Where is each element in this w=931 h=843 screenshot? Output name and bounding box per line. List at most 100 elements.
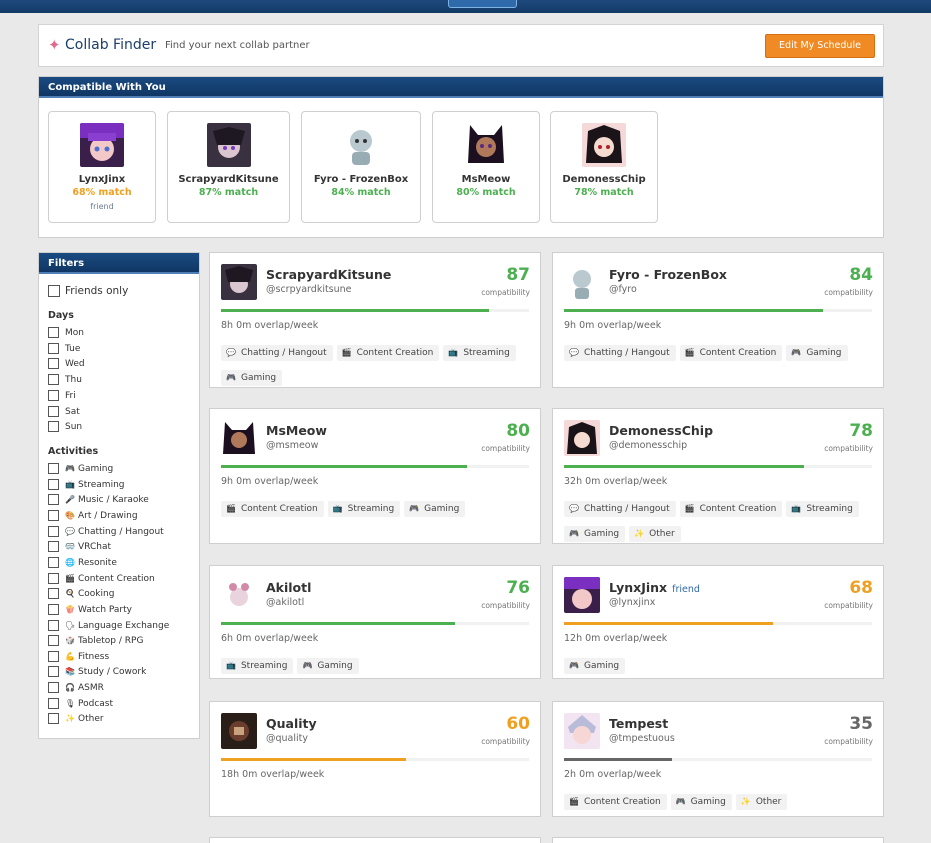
day-checkbox[interactable] bbox=[48, 389, 59, 401]
activity-filter[interactable]: 🎨 Art / Drawing bbox=[48, 509, 138, 525]
result-card[interactable]: Fyro - FrozenBox @fyro 84 compatibility 9h 0… bbox=[552, 252, 884, 388]
activity-filter[interactable]: 💪 Fitness bbox=[48, 650, 109, 666]
tag-label: Streaming bbox=[463, 348, 510, 358]
compatible-card[interactable]: ScrapyardKitsune 87% match bbox=[167, 111, 290, 223]
activity-filter[interactable]: 🎲 Tabletop / RPG bbox=[48, 635, 143, 650]
day-filter[interactable]: Fri bbox=[48, 389, 76, 405]
activity-checkbox[interactable] bbox=[48, 509, 59, 521]
activity-filter[interactable]: 🌐 Resonite bbox=[48, 556, 117, 572]
compatible-name: ScrapyardKitsune bbox=[178, 174, 279, 185]
day-checkbox[interactable] bbox=[48, 327, 59, 338]
day-filter[interactable]: Thu bbox=[48, 374, 82, 389]
tag-label: Content Creation bbox=[583, 797, 661, 807]
result-card[interactable]: Tempest @tmpestuous 35 compatibility 2h 0m o… bbox=[552, 701, 884, 817]
compatible-card[interactable]: MsMeow 80% match bbox=[432, 111, 540, 223]
activity-filter[interactable]: 💬 Chatting / Hangout bbox=[48, 525, 164, 541]
day-filter[interactable]: Wed bbox=[48, 358, 85, 373]
activity-filter[interactable]: 🎮 Gaming bbox=[48, 463, 113, 478]
card-name-text: ScrapyardKitsune bbox=[266, 267, 392, 282]
friends-only-filter[interactable]: Friends only bbox=[48, 285, 128, 297]
day-filter[interactable]: Tue bbox=[48, 342, 80, 358]
activity-label: Other bbox=[78, 714, 104, 725]
overlap-text: 12h 0m overlap/week bbox=[564, 633, 668, 644]
activity-tag: 📺 Streaming bbox=[443, 345, 516, 361]
tag-list: 🎬 Content Creation 📺 Streaming 🎮 Gaming bbox=[221, 496, 537, 521]
avatar bbox=[564, 577, 600, 613]
overlap-text: 18h 0m overlap/week bbox=[221, 769, 325, 780]
activity-checkbox[interactable] bbox=[48, 525, 59, 537]
activity-tag: 🎬 Content Creation bbox=[336, 345, 440, 361]
tag-icon: 💬 bbox=[226, 348, 236, 357]
result-card[interactable]: LynxJinx friend @lynxjinx 68 compatibility 12… bbox=[552, 565, 884, 679]
activity-tag: 📺 Streaming bbox=[786, 501, 859, 517]
day-checkbox[interactable] bbox=[48, 374, 59, 386]
tag-label: Chatting / Hangout bbox=[583, 504, 670, 514]
activity-filter[interactable]: 🎬 Content Creation bbox=[48, 572, 155, 588]
activity-checkbox[interactable] bbox=[48, 713, 59, 725]
activity-checkbox[interactable] bbox=[48, 682, 59, 694]
tag-list: 💬 Chatting / Hangout 🎬 Content Creation 📺 Str… bbox=[564, 496, 880, 546]
compatible-card[interactable]: LynxJinx 68% match friend bbox=[48, 111, 156, 223]
day-label: Mon bbox=[65, 328, 84, 338]
activity-filter[interactable]: 🍿 Watch Party bbox=[48, 603, 132, 619]
activity-filter[interactable]: 📚 Study / Cowork bbox=[48, 666, 146, 681]
activity-checkbox[interactable] bbox=[48, 635, 59, 647]
activity-icon: 🎨 bbox=[65, 510, 75, 520]
result-card-partial[interactable] bbox=[552, 837, 884, 843]
activity-checkbox[interactable] bbox=[48, 556, 59, 568]
card-handle: @tmpestuous bbox=[609, 733, 675, 744]
edit-schedule-button[interactable]: Edit My Schedule bbox=[765, 34, 875, 58]
activity-checkbox[interactable] bbox=[48, 478, 59, 490]
activity-filter[interactable]: 📺 Streaming bbox=[48, 478, 124, 494]
result-card[interactable]: ScrapyardKitsune @scrpyardkitsune 87 compat… bbox=[209, 252, 541, 388]
activity-filter[interactable]: 🍳 Cooking bbox=[48, 588, 114, 603]
activity-filter[interactable]: 🗣 Language Exchange bbox=[48, 619, 169, 635]
day-checkbox[interactable] bbox=[48, 421, 59, 433]
page-subtitle: Find your next collab partner bbox=[165, 40, 310, 51]
tag-label: Streaming bbox=[347, 504, 395, 514]
compatible-card[interactable]: DemonessChip 78% match bbox=[550, 111, 658, 223]
active-nav-tab[interactable] bbox=[448, 0, 517, 8]
day-filter[interactable]: Sun bbox=[48, 421, 82, 436]
card-name: Akilotl bbox=[266, 580, 311, 595]
activity-checkbox[interactable] bbox=[48, 650, 59, 662]
day-filter[interactable]: Mon bbox=[48, 327, 84, 342]
tag-icon: 🎮 bbox=[675, 797, 686, 806]
day-checkbox[interactable] bbox=[48, 342, 59, 354]
friends-only-checkbox[interactable] bbox=[48, 285, 60, 297]
activity-filter[interactable]: 🎤 Music / Karaoke bbox=[48, 494, 149, 509]
activity-checkbox[interactable] bbox=[48, 494, 59, 506]
result-card-partial[interactable] bbox=[209, 837, 541, 843]
result-card[interactable]: Quality @quality 60 compatibility 18h 0m ove… bbox=[209, 701, 541, 817]
activity-checkbox[interactable] bbox=[48, 603, 59, 615]
avatar bbox=[564, 713, 600, 749]
compatibility-score: 84 bbox=[849, 265, 873, 285]
tag-icon: 🎬 bbox=[341, 348, 352, 357]
result-card[interactable]: Akilotl @akilotl 76 compatibility 6h 0m over… bbox=[209, 565, 541, 679]
activity-tag: 🎮 Gaming bbox=[670, 794, 732, 810]
result-card[interactable]: DemonessChip @demonesschip 78 compatibility… bbox=[552, 408, 884, 544]
day-label: Wed bbox=[65, 359, 85, 370]
compatible-card[interactable]: Fyro - FrozenBox 84% match bbox=[301, 111, 421, 223]
activity-filter[interactable]: 🎧 ASMR bbox=[48, 682, 104, 697]
activity-checkbox[interactable] bbox=[48, 588, 59, 600]
day-checkbox[interactable] bbox=[48, 405, 59, 417]
activity-filter[interactable]: ✨ Other bbox=[48, 713, 104, 728]
activity-checkbox[interactable] bbox=[48, 697, 59, 709]
activity-checkbox[interactable] bbox=[48, 619, 59, 631]
activity-checkbox[interactable] bbox=[48, 572, 59, 584]
activity-checkbox[interactable] bbox=[48, 666, 59, 678]
result-card[interactable]: MsMeow @msmeow 80 compatibility 9h 0m overla… bbox=[209, 408, 541, 544]
activity-checkbox[interactable] bbox=[48, 541, 59, 553]
day-filter[interactable]: Sat bbox=[48, 405, 80, 421]
activity-checkbox[interactable] bbox=[48, 463, 59, 474]
activity-label: Chatting / Hangout bbox=[78, 526, 164, 537]
card-name: LynxJinx friend bbox=[609, 580, 700, 595]
activity-tag: 💬 Chatting / Hangout bbox=[564, 345, 676, 361]
activity-filter[interactable]: 🎙 Podcast bbox=[48, 697, 113, 713]
card-name-text: LynxJinx bbox=[609, 580, 668, 595]
tag-label: Gaming bbox=[424, 504, 460, 514]
day-checkbox[interactable] bbox=[48, 358, 59, 370]
activity-filter[interactable]: 🥽 VRChat bbox=[48, 541, 111, 556]
card-handle: @akilotl bbox=[266, 597, 305, 608]
